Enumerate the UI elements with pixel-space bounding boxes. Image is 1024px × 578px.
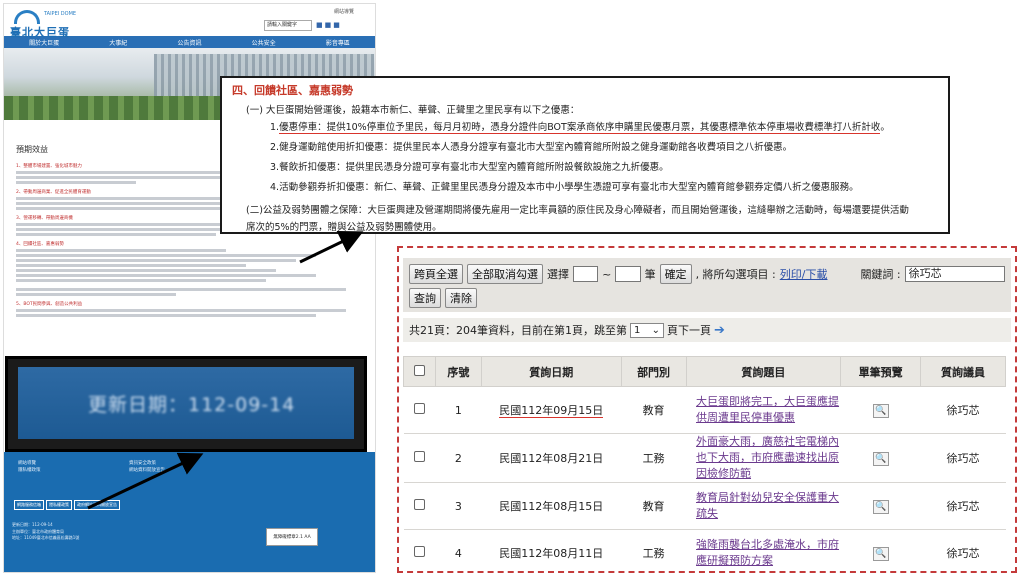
update-date-callout: 更新日期：112-09-14 xyxy=(5,356,367,452)
range-start-input[interactable] xyxy=(573,266,599,282)
site-top-link[interactable]: 網站導覽 xyxy=(334,8,354,15)
search-toolbar: 跨頁全選 全部取消勾選 選擇 ~ 筆 確定 , 將所勾選項目 : 列印/下載 關… xyxy=(403,258,1011,312)
confirm-button[interactable]: 確定 xyxy=(659,264,692,284)
magnifier-icon[interactable]: 🔍 xyxy=(872,403,889,418)
go-arrow-icon[interactable]: ➔ xyxy=(714,323,725,338)
row-checkbox[interactable] xyxy=(413,451,425,462)
row-checkbox[interactable] xyxy=(413,499,425,510)
inquiry-date: 民國112年08月21日 xyxy=(481,433,622,483)
accessibility-badge[interactable]: 無障礙標章2.1 AA xyxy=(266,528,318,546)
print-download-link[interactable]: 列印/下載 xyxy=(780,266,828,282)
row-checkbox[interactable] xyxy=(413,546,425,558)
keyword-input[interactable]: 徐巧芯 xyxy=(904,266,1005,282)
councilor: 徐巧芯 xyxy=(920,529,1006,571)
footer-button[interactable]: 網路服務信箱 xyxy=(14,500,44,510)
underlined-parking-benefit: 優惠停車：提供10%停車位予里民，每月月初時，憑身分證件向BOT案承商依序申購里… xyxy=(279,122,881,134)
section-heading: 5、BOT民間參與、創造公共利益 xyxy=(16,302,83,307)
chevron-down-icon: ⌄ xyxy=(651,324,660,336)
results-table: 序號 質詢日期 部門別 質詢題目 單筆預覽 質詢議員 1 民國112年09月15… xyxy=(403,356,1006,571)
table-header-row: 序號 質詢日期 部門別 質詢題目 單筆預覽 質詢議員 xyxy=(403,356,1006,387)
inquiry-date: 民國112年09月15日 xyxy=(499,404,604,418)
inquiry-topic-link[interactable]: 教育局針對幼兒安全保護重大疏失 xyxy=(686,482,841,530)
footer-links-right: 資訊安全政策 網站資料開放宣告 xyxy=(129,461,165,473)
page-select[interactable]: 1 ⌄ xyxy=(630,322,664,338)
footer-button[interactable]: 隱私權政策 xyxy=(46,500,72,510)
inquiry-date: 民國112年08月15日 xyxy=(481,482,622,530)
table-row: 2 民國112年08月21日 工務 外面豪大雨，廣慈社宅電梯內也下大雨，市府應盡… xyxy=(403,433,1006,483)
site-social-icons[interactable]: ■■■ xyxy=(316,21,342,29)
clear-all-button[interactable]: 全部取消勾選 xyxy=(467,264,543,284)
tilde-label: ~ xyxy=(602,267,612,281)
row-checkbox[interactable] xyxy=(413,403,425,414)
benefit-item: 1.優惠停車：提供10%停車位予里民，每月月初時，憑身分證件向BOT案承商依序申… xyxy=(270,122,890,134)
site-logo-text[interactable]: 臺北大巨蛋 xyxy=(10,24,70,40)
select-all-checkbox[interactable] xyxy=(413,364,425,376)
section4-intro: (一) 大巨蛋開始營運後，設籍本市新仁、華聲、正聲里之里民享有以下之優惠： xyxy=(246,105,580,116)
footer-links-left: 網站導覽 隱私權政策 xyxy=(18,461,41,473)
benefit-item: 3.餐飲折扣優惠：提供里民憑身分證可享有臺北市大型室內體育館所附設餐飲設施之九折… xyxy=(270,162,669,173)
query-button[interactable]: 查詢 xyxy=(409,288,441,308)
update-date-text: 更新日期：112-09-14 xyxy=(88,393,296,416)
col-header: 部門別 xyxy=(620,356,687,387)
inquiry-topic-link[interactable]: 大巨蛋即將完工，大巨蛋應提供周遭里民停車優惠 xyxy=(686,386,841,434)
section4-callout: 四、回饋社區、嘉惠弱勢 (一) 大巨蛋開始營運後，設籍本市新仁、華聲、正聲里之里… xyxy=(220,76,950,234)
council-inquiry-results-panel: 跨頁全選 全部取消勾選 選擇 ~ 筆 確定 , 將所勾選項目 : 列印/下載 關… xyxy=(397,246,1017,573)
site-logo-sub: TAIPEI DOME xyxy=(44,11,77,17)
section-heading: 4、回饋社區、嘉惠弱勢 xyxy=(16,242,64,247)
col-header: 質詢議員 xyxy=(920,356,1006,387)
councilor: 徐巧芯 xyxy=(920,433,1006,483)
pagination-bar: 共21頁：204筆資料，目前在第1頁，跳至第 1 ⌄ 頁下一頁 ➔ xyxy=(403,318,1011,342)
composite-screenshot: 臺北大巨蛋 TAIPEI DOME 網站導覽 請輸入關鍵字 ■■■ 關於大巨蛋 … xyxy=(0,0,1024,578)
inquiry-topic-link[interactable]: 強降雨襲台北多處淹水，市府應研擬預防方案 xyxy=(686,529,841,571)
footer-info: 更新日期：112-09-14 主辦單位：臺北市政府體育局 地址：11049臺北市… xyxy=(12,522,80,540)
section4-title: 四、回饋社區、嘉惠弱勢 xyxy=(232,84,353,97)
benefit-item: 2.健身運動館使用折扣優惠：提供里民本人憑身分證享有臺北市大型室內體育館所附設之… xyxy=(270,142,793,153)
magnifier-icon[interactable]: 🔍 xyxy=(872,451,889,466)
col-header: 序號 xyxy=(434,356,482,387)
reset-button[interactable]: 清除 xyxy=(445,288,477,308)
select-all-pages-button[interactable]: 跨頁全選 xyxy=(409,264,463,284)
dome-logo-icon[interactable] xyxy=(14,10,40,24)
table-row: 4 民國112年08月11日 工務 強降雨襲台北多處淹水，市府應研擬預防方案 🔍… xyxy=(403,529,1006,571)
site-footer: 網站導覽 隱私權政策 資訊安全政策 網站資料開放宣告 網路服務信箱 隱私權政策 … xyxy=(4,452,375,572)
col-header: 質詢題目 xyxy=(685,356,842,387)
keyword-label: 關鍵詞 : xyxy=(860,268,901,281)
footer-buttons: 網路服務信箱 隱私權政策 政府網站資料開放宣告 xyxy=(14,500,120,510)
table-row: 3 民國112年08月15日 教育 教育局針對幼兒安全保護重大疏失 🔍 徐巧芯 xyxy=(403,482,1006,530)
pager-text: 共21頁：204筆資料，目前在第1頁，跳至第 xyxy=(409,324,627,337)
select-label: 選擇 xyxy=(547,268,569,281)
benefit-item: 4.活動參觀券折扣優惠：新仁、華聲、正聲里里民憑身分證及本市中小學學生憑證可享有… xyxy=(270,182,859,193)
section4-guarantee: (二)公益及弱勢團體之保障：大巨蛋興建及營運期間將優先雇用一定比率員額的原住民及… xyxy=(246,205,909,233)
magnifier-icon[interactable]: 🔍 xyxy=(872,499,889,514)
nav-item-safety[interactable]: 公共安全 xyxy=(252,38,276,47)
site-search-input[interactable]: 請輸入關鍵字 xyxy=(264,20,312,31)
nav-item-media[interactable]: 影音專區 xyxy=(326,38,350,47)
unit-label: 筆 xyxy=(644,268,656,281)
table-row: 1 民國112年09月15日 教育 大巨蛋即將完工，大巨蛋應提供周遭里民停車優惠… xyxy=(403,386,1006,434)
inquiry-topic-link[interactable]: 外面豪大雨，廣慈社宅電梯內也下大雨，市府應盡速找出原因檢修防範 xyxy=(686,433,841,483)
action-label: , 將所勾選項目 : xyxy=(695,268,776,281)
footer-button[interactable]: 政府網站資料開放宣告 xyxy=(74,500,120,510)
magnifier-icon[interactable]: 🔍 xyxy=(872,546,889,561)
site-header: 臺北大巨蛋 TAIPEI DOME 網站導覽 請輸入關鍵字 ■■■ xyxy=(4,4,375,39)
col-header: 單筆預覽 xyxy=(840,356,922,387)
pager-suffix[interactable]: 頁下一頁 xyxy=(667,322,711,338)
nav-item-events[interactable]: 大事紀 xyxy=(109,38,127,47)
range-end-input[interactable] xyxy=(615,266,641,282)
nav-item-news[interactable]: 公告資訊 xyxy=(177,38,201,47)
councilor: 徐巧芯 xyxy=(920,386,1006,434)
col-header: 質詢日期 xyxy=(480,356,622,387)
inquiry-date: 民國112年08月11日 xyxy=(481,529,622,571)
councilor: 徐巧芯 xyxy=(920,482,1006,530)
